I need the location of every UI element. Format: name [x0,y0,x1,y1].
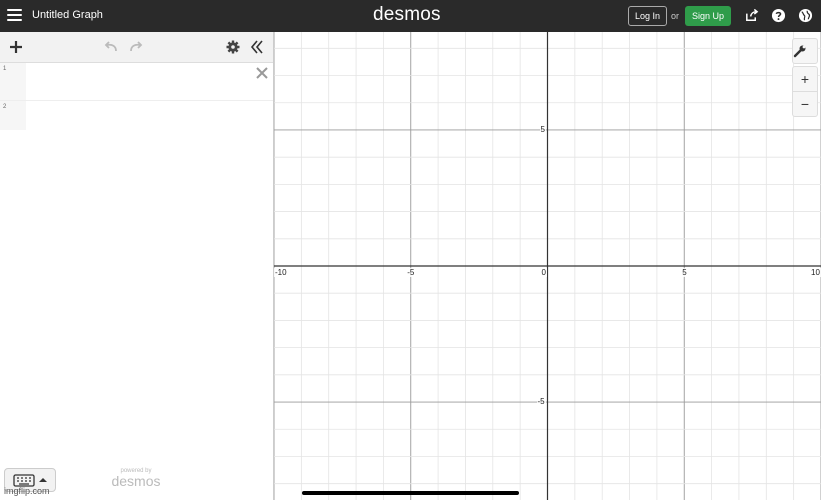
or-text: or [671,11,680,21]
graph-grid [274,32,821,500]
graph-paper[interactable]: -10 -5 0 5 10 5 -5 + − [274,32,821,500]
powered-by-desmos: powered by desmos [108,468,164,488]
expression-input[interactable] [26,63,249,100]
y-tick-label: 5 [539,124,546,134]
y-tick-label: -5 [536,397,546,407]
expression-row[interactable]: 1 [0,63,273,101]
signup-button[interactable]: Sign Up [685,6,732,26]
share-icon[interactable] [744,8,759,23]
hamburger-menu-icon[interactable] [7,9,22,22]
expression-number: 2 [0,101,26,130]
desmos-logo: desmos [373,4,441,25]
x-tick-label: -5 [406,268,416,277]
zoom-out-button[interactable]: − [792,91,818,117]
help-icon[interactable] [771,8,786,23]
x-tick-label: 5 [681,268,688,277]
zoom-in-button[interactable]: + [792,66,818,92]
x-tick-label: 0 [540,268,547,277]
x-tick-label: 10 [810,268,821,277]
plus-icon[interactable] [8,39,24,55]
expression-row[interactable]: 2 [0,101,273,130]
imgflip-watermark: imgflip.com [4,486,50,496]
login-button[interactable]: Log In [628,6,668,26]
expression-input[interactable] [26,101,249,130]
globe-icon[interactable] [798,8,813,23]
powered-by-logo: desmos [111,473,161,489]
expression-panel: 1 2 powered by desmos [0,32,274,500]
double-chevron-left-icon[interactable] [249,39,265,55]
undo-icon[interactable] [103,39,119,55]
home-indicator [302,491,519,495]
top-bar: Untitled Graph desmos Log In or Sign Up [0,0,821,32]
close-icon[interactable] [255,66,269,80]
graph-settings-button[interactable] [792,38,818,64]
x-tick-label: -10 [274,268,288,277]
graph-title[interactable]: Untitled Graph [32,9,103,21]
wrench-icon [793,45,806,58]
expression-toolbar [0,32,273,63]
desmos-app: Untitled Graph desmos Log In or Sign Up [0,0,821,500]
gear-icon[interactable] [225,39,241,55]
redo-icon[interactable] [128,39,144,55]
expression-number: 1 [0,63,26,100]
